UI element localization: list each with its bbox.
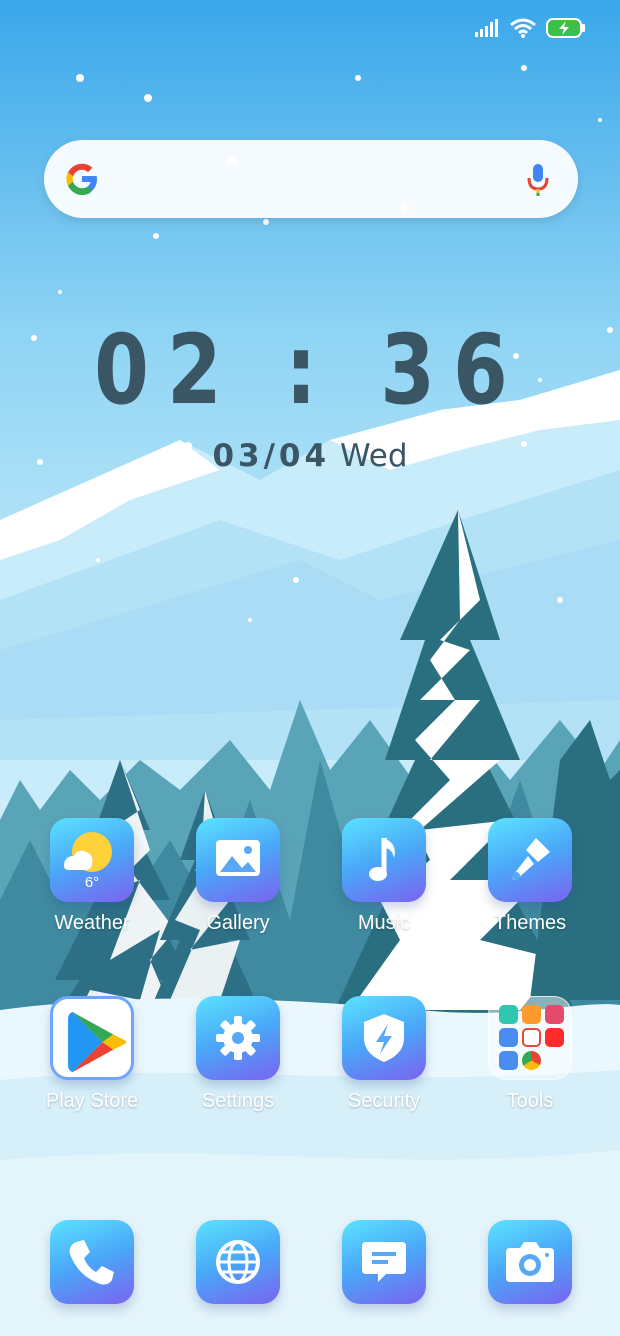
date-weekday: Wed [339,438,408,474]
app-music[interactable]: Music [320,818,450,968]
wifi-icon [510,18,536,38]
app-label: Gallery [206,912,270,934]
music-note-icon [342,818,426,902]
battery-charging-icon [546,18,585,38]
dock-browser[interactable] [174,1220,304,1336]
app-label: Play Store [45,1090,139,1112]
phone-icon [50,1220,134,1304]
app-label: Security [347,1090,421,1112]
app-folder-tools[interactable]: Tools [466,996,596,1146]
app-label: Themes [493,912,567,934]
folder-icon [488,996,572,1080]
paintbrush-icon [488,818,572,902]
app-label: Weather [54,912,130,934]
app-label: Settings [201,1090,275,1112]
gear-icon [196,996,280,1080]
globe-icon [196,1220,280,1304]
google-g-icon [66,163,97,195]
app-settings[interactable]: Settings [174,996,304,1146]
app-gallery[interactable]: Gallery [174,818,304,968]
app-play-store[interactable]: Play Store [28,996,158,1146]
clock-date[interactable]: 03/04 Wed [0,436,620,476]
dock-messages[interactable] [320,1220,450,1336]
gallery-icon [196,818,280,902]
app-security[interactable]: Security [320,996,450,1146]
date-numeric: 03/04 [212,438,331,474]
app-themes[interactable]: Themes [466,818,596,968]
weather-temp: 6° [84,874,100,891]
play-store-icon [50,996,134,1080]
search-input[interactable] [122,160,502,198]
app-weather[interactable]: 6° Weather [28,818,158,968]
mic-icon[interactable] [526,162,550,198]
shield-icon [342,996,426,1080]
google-search-bar[interactable] [44,140,578,218]
app-label: Music [357,912,411,934]
dock-camera[interactable] [466,1220,596,1336]
camera-icon [488,1220,572,1304]
weather-icon: 6° [50,818,134,902]
clock-time[interactable]: 02 : 36 [56,318,564,422]
signal-icon [475,19,498,37]
dock-phone[interactable] [28,1220,158,1336]
message-icon [342,1220,426,1304]
status-bar [474,14,586,42]
app-label: Tools [506,1090,554,1112]
